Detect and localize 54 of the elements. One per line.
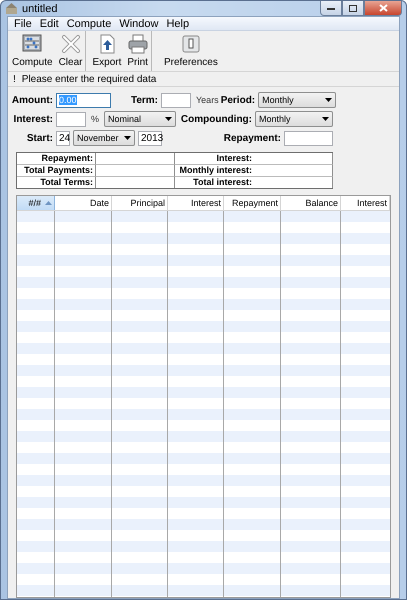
summary-label: Total interest: xyxy=(175,177,254,188)
minimize-icon xyxy=(327,5,335,11)
minimize-button[interactable] xyxy=(320,1,342,16)
column-header[interactable]: #/# xyxy=(17,196,55,210)
unit-label: % xyxy=(91,114,100,124)
toolbar-button[interactable]: Preferences xyxy=(160,31,221,71)
caret-icon xyxy=(124,136,131,140)
summary-label: Monthly interest: xyxy=(175,165,254,177)
app-icon xyxy=(5,2,18,15)
menu-item[interactable]: Window xyxy=(115,18,162,30)
menu-item[interactable]: Edit xyxy=(36,18,63,30)
menu-item[interactable]: Help xyxy=(162,18,194,30)
notice-icon: ! xyxy=(13,74,16,84)
field-label: Amount: xyxy=(10,94,53,106)
dropdown[interactable]: Nominal xyxy=(104,111,176,127)
caret-icon xyxy=(325,98,332,102)
caret-icon xyxy=(322,117,329,121)
maximize-icon xyxy=(349,4,357,12)
maximize-button[interactable] xyxy=(342,1,364,16)
close-button[interactable] xyxy=(364,1,402,16)
toolbar-button[interactable]: Compute xyxy=(9,31,56,71)
field-label: Repayment: xyxy=(224,132,281,144)
summary-label: Total Terms: xyxy=(17,177,96,188)
dropdown[interactable]: Monthly xyxy=(258,92,336,108)
input-field[interactable] xyxy=(284,130,333,146)
toolbar-button[interactable]: Print xyxy=(124,31,152,71)
window-title: untitled xyxy=(22,2,58,14)
input-field[interactable] xyxy=(161,92,191,108)
close-icon xyxy=(378,4,388,12)
field-label: Period: xyxy=(220,94,256,106)
summary-label: Interest: xyxy=(175,153,254,165)
input-field[interactable]: 2013 xyxy=(138,130,162,146)
toolbar-button[interactable]: Clear xyxy=(56,31,86,71)
caret-icon xyxy=(165,117,172,121)
dropdown[interactable]: Monthly xyxy=(255,111,333,127)
switch-icon xyxy=(180,34,201,54)
field-label: Term: xyxy=(130,94,158,106)
input-field[interactable] xyxy=(56,112,86,126)
summary-label: Total Payments: xyxy=(17,165,96,177)
printer-icon xyxy=(128,34,148,54)
toolbar-button[interactable]: Export xyxy=(89,31,124,71)
dropdown[interactable]: November xyxy=(73,130,135,146)
input-field[interactable]: 24 xyxy=(56,130,70,146)
summary-label: Repayment: xyxy=(17,153,96,165)
field-label: Interest: xyxy=(12,114,53,124)
unit-label: Years xyxy=(196,95,219,105)
sort-icon xyxy=(45,201,52,205)
clear-icon xyxy=(60,34,81,54)
field-label: Compounding: xyxy=(180,114,252,124)
menu-item[interactable]: File xyxy=(10,18,36,30)
menu-item[interactable]: Compute xyxy=(62,18,116,30)
abacus-icon xyxy=(22,34,42,54)
notice-text: Please enter the required data xyxy=(22,74,156,84)
field-label: Start: xyxy=(26,132,53,144)
